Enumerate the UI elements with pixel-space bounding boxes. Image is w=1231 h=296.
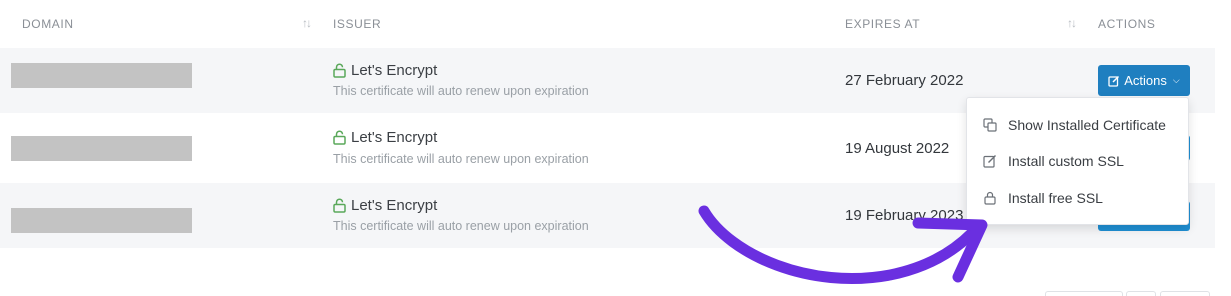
annotation-arrow-icon bbox=[698, 205, 988, 284]
actions-button-label: Actions bbox=[1124, 73, 1167, 88]
pagination-control[interactable] bbox=[1160, 291, 1210, 296]
sort-icon[interactable]: ↑↓ bbox=[1067, 16, 1077, 30]
lock-icon bbox=[333, 198, 346, 213]
domain-redacted bbox=[11, 208, 192, 233]
table-header: DOMAIN ↑↓ ISSUER EXPIRES AT ↑↓ ACTIONS bbox=[0, 0, 1215, 48]
expires-date: 19 August 2022 bbox=[845, 140, 950, 157]
menu-item-install-free-ssl[interactable]: Install free SSL bbox=[967, 180, 1188, 216]
issuer-name: Let's Encrypt bbox=[351, 197, 438, 214]
issuer-cell: Let's Encrypt bbox=[333, 197, 437, 214]
actions-button[interactable]: Actions ⌵ bbox=[1098, 65, 1190, 96]
edit-icon bbox=[1108, 75, 1120, 87]
issuer-name: Let's Encrypt bbox=[351, 62, 438, 79]
column-header-issuer: ISSUER bbox=[333, 17, 382, 31]
copy-icon bbox=[983, 118, 997, 132]
column-header-domain[interactable]: DOMAIN bbox=[22, 17, 74, 31]
auto-renew-note: This certificate will auto renew upon ex… bbox=[333, 152, 589, 166]
pagination-control[interactable] bbox=[1045, 291, 1123, 296]
column-header-actions: ACTIONS bbox=[1098, 17, 1156, 31]
sort-icon[interactable]: ↑↓ bbox=[302, 16, 312, 30]
chevron-down-icon: ⌵ bbox=[1172, 75, 1180, 85]
lock-icon bbox=[333, 130, 346, 145]
auto-renew-note: This certificate will auto renew upon ex… bbox=[333, 219, 589, 233]
expires-date: 27 February 2022 bbox=[845, 72, 964, 89]
issuer-cell: Let's Encrypt bbox=[333, 62, 437, 79]
column-header-expires-at[interactable]: EXPIRES AT bbox=[845, 17, 920, 31]
menu-item-label: Show Installed Certificate bbox=[1008, 117, 1166, 133]
menu-item-label: Install custom SSL bbox=[1008, 153, 1124, 169]
auto-renew-note: This certificate will auto renew upon ex… bbox=[333, 84, 589, 98]
issuer-cell: Let's Encrypt bbox=[333, 129, 437, 146]
menu-item-label: Install free SSL bbox=[1008, 190, 1103, 206]
lock-icon bbox=[333, 63, 346, 78]
pagination-control[interactable] bbox=[1126, 291, 1156, 296]
domain-redacted bbox=[11, 63, 192, 88]
domain-redacted bbox=[11, 136, 192, 161]
edit-icon bbox=[983, 155, 996, 168]
menu-item-show-installed-certificate[interactable]: Show Installed Certificate bbox=[967, 107, 1188, 143]
issuer-name: Let's Encrypt bbox=[351, 129, 438, 146]
menu-item-install-custom-ssl[interactable]: Install custom SSL bbox=[967, 143, 1188, 179]
